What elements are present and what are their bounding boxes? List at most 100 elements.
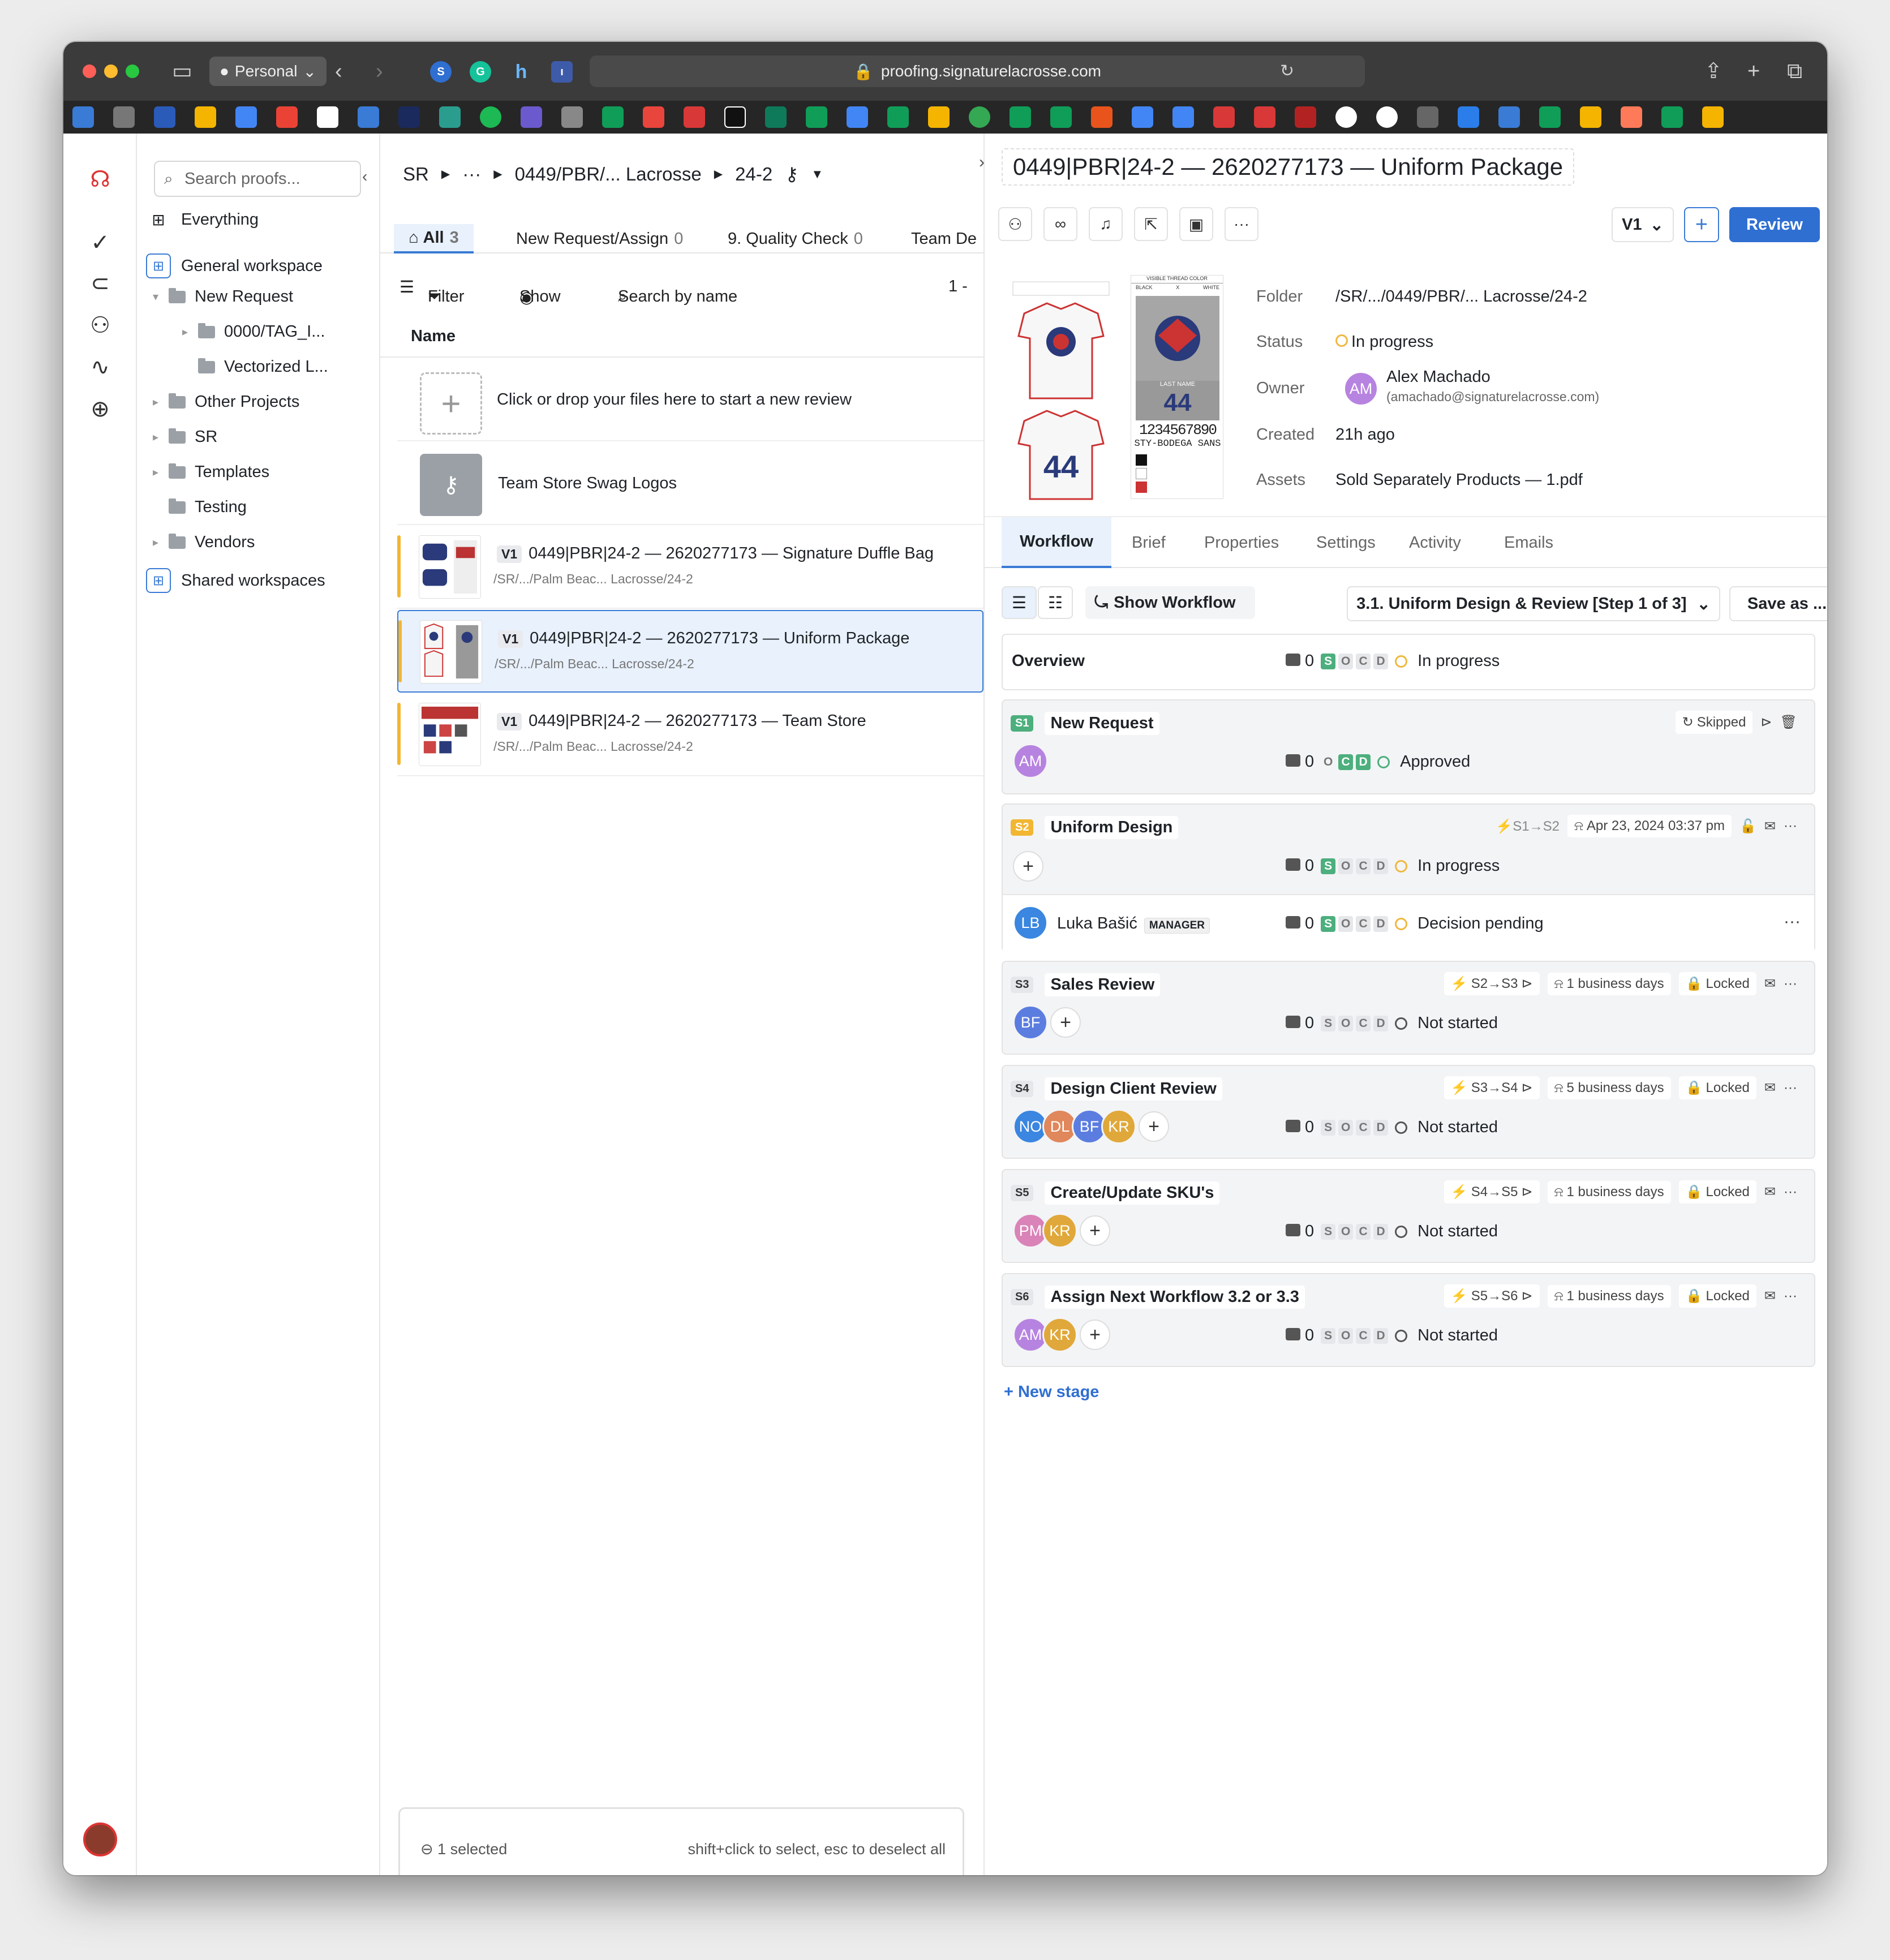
tree-item-templates[interactable]: ▸ Templates bbox=[153, 463, 269, 482]
play-icon[interactable]: ⊳ bbox=[1760, 714, 1772, 730]
checkmark-icon[interactable]: ✓ bbox=[79, 223, 121, 263]
tab-team-de[interactable]: Team De bbox=[911, 224, 977, 253]
deselect-button[interactable]: ⊖ 1 selected bbox=[420, 1841, 507, 1858]
locked-chip[interactable]: 🔒 Locked bbox=[1678, 1180, 1756, 1203]
bookmark-icon[interactable] bbox=[72, 106, 94, 128]
version-select[interactable]: V1 ⌄ bbox=[1612, 207, 1674, 242]
trash-icon[interactable]: 🗑 bbox=[1780, 714, 1797, 730]
bookmark-icon[interactable] bbox=[1213, 106, 1235, 128]
tree-item-testing[interactable]: Testing bbox=[169, 498, 247, 517]
folder-path[interactable]: /SR/.../0449/PBR/... Lacrosse/24-2 bbox=[1335, 287, 1587, 306]
tree-item-other-projects[interactable]: ▸ Other Projects bbox=[153, 393, 299, 411]
new-stage-button[interactable]: + New stage bbox=[1004, 1383, 1099, 1402]
bookmark-icon[interactable] bbox=[1458, 106, 1479, 128]
breadcrumb-more[interactable]: ··· bbox=[462, 164, 481, 185]
overview-row[interactable]: Overview 0 S O C D In progress bbox=[1002, 634, 1815, 690]
tab-quality-check[interactable]: 9. Quality Check 0 bbox=[728, 224, 863, 253]
bookmark-icon[interactable] bbox=[276, 106, 298, 128]
bookmark-icon[interactable] bbox=[154, 106, 175, 128]
stage-member-row[interactable]: LB Luka Bašić MANAGER 0 S O C D Decision pendi… bbox=[1003, 894, 1814, 952]
email-icon[interactable]: ✉ bbox=[1764, 975, 1776, 992]
bookmark-icon[interactable] bbox=[1539, 106, 1561, 128]
stage-s6[interactable]: S6 Assign Next Workflow 3.2 or 3.3 ⚡ S5→S6… bbox=[1002, 1273, 1815, 1367]
locked-chip[interactable]: 🔒 Locked bbox=[1678, 1284, 1756, 1308]
stage-s3[interactable]: S3 Sales Review ⚡ S2→S3 ⊳ ⍾ 1 business days 🔒 L… bbox=[1002, 961, 1815, 1055]
list-item-selected[interactable]: V1 0449|PBR|24-2 — 2620277173 — Uniform P… bbox=[397, 610, 983, 693]
upload-drop-zone[interactable]: + Click or drop your files here to start… bbox=[397, 359, 983, 441]
folder-row-team-store-swag-logos[interactable]: ⚷ Team Store Swag Logos bbox=[397, 442, 983, 525]
sidebar-toggle-icon[interactable]: ▭ bbox=[172, 59, 192, 84]
breadcrumb-project[interactable]: 0449/PBR/... Lacrosse bbox=[515, 164, 702, 185]
bookmark-icon[interactable] bbox=[765, 106, 787, 128]
duration-chip[interactable]: ⍾ 1 business days bbox=[1547, 1284, 1671, 1308]
unlock-icon[interactable]: 🔓 bbox=[1739, 818, 1756, 835]
bookmark-icon[interactable] bbox=[1621, 106, 1642, 128]
add-reviewer-button[interactable]: + bbox=[1013, 851, 1043, 882]
extension-chart-icon[interactable]: ı bbox=[551, 61, 573, 83]
more-icon[interactable]: ··· bbox=[1784, 1288, 1797, 1304]
bookmark-icon[interactable] bbox=[806, 106, 827, 128]
list-item[interactable]: V1 0449|PBR|24-2 — 2620277173 — Team Stor… bbox=[397, 694, 983, 776]
bookmark-icon[interactable] bbox=[439, 106, 461, 128]
grammarly-icon[interactable]: G bbox=[470, 61, 491, 83]
more-icon[interactable]: ··· bbox=[1784, 818, 1797, 834]
close-window-button[interactable] bbox=[83, 65, 96, 78]
list-view-icon[interactable]: ☰ bbox=[400, 277, 414, 297]
bookmark-icon[interactable] bbox=[684, 106, 705, 128]
user-avatar[interactable] bbox=[79, 1820, 121, 1859]
new-tab-icon[interactable]: + bbox=[1747, 59, 1760, 84]
zoom-window-button[interactable] bbox=[126, 65, 139, 78]
tab-emails[interactable]: Emails bbox=[1504, 517, 1553, 568]
breadcrumb-folder[interactable]: 24-2 bbox=[735, 164, 772, 185]
tree-item-sr[interactable]: ▸ SR bbox=[153, 428, 217, 446]
tab-overview-icon[interactable]: ⧉ bbox=[1787, 59, 1802, 84]
bell-icon[interactable]: ♫ bbox=[1089, 207, 1123, 241]
people-icon[interactable]: ⚇ bbox=[79, 306, 121, 345]
skipped-chip[interactable]: ↻ Skipped bbox=[1675, 711, 1753, 734]
extension-s-icon[interactable]: S bbox=[430, 61, 452, 83]
tree-item-0000-tag[interactable]: ▸ 0000/TAG_I... bbox=[182, 323, 325, 341]
sidebar-item-everything[interactable]: ⊞ Everything bbox=[146, 210, 259, 229]
bookmark-icon[interactable] bbox=[1295, 106, 1316, 128]
analytics-icon[interactable]: ∿ bbox=[79, 347, 121, 387]
add-version-button[interactable]: + bbox=[1684, 207, 1719, 242]
avatar[interactable]: KR bbox=[1101, 1109, 1136, 1144]
share-icon[interactable]: ⇪ bbox=[1704, 59, 1723, 84]
more-icon[interactable]: ··· bbox=[1784, 912, 1801, 931]
tab-properties[interactable]: Properties bbox=[1204, 517, 1279, 568]
bookmark-icon[interactable] bbox=[1661, 106, 1683, 128]
bookmark-icon[interactable] bbox=[1091, 106, 1112, 128]
email-icon[interactable]: ✉ bbox=[1764, 1288, 1776, 1304]
tab-brief[interactable]: Brief bbox=[1132, 517, 1166, 568]
search-proofs-input[interactable]: ⌕ Search proofs... bbox=[154, 161, 361, 197]
bookmark-icon[interactable] bbox=[398, 106, 420, 128]
extension-h-icon[interactable]: h bbox=[510, 61, 532, 83]
bookmark-icon[interactable] bbox=[1172, 106, 1194, 128]
collapse-sidebar-icon[interactable]: ‹ bbox=[362, 167, 367, 186]
list-item[interactable]: V1 0449|PBR|24-2 — 2620277173 — Signature… bbox=[397, 526, 983, 609]
save-as-button[interactable]: Save as ... bbox=[1729, 586, 1827, 621]
sidebar-item-shared-workspaces[interactable]: ⊞ Shared workspaces bbox=[146, 568, 325, 593]
avatar[interactable]: AM bbox=[1343, 371, 1378, 406]
detail-view-toggle[interactable]: ☷ bbox=[1038, 586, 1073, 619]
minimize-window-button[interactable] bbox=[104, 65, 118, 78]
bookmark-icon[interactable] bbox=[235, 106, 257, 128]
bookmark-icon[interactable] bbox=[928, 106, 950, 128]
bookmark-icon[interactable] bbox=[1050, 106, 1072, 128]
profile-switcher[interactable]: ● Personal ⌄ bbox=[209, 57, 327, 86]
duration-chip[interactable]: ⍾ 5 business days bbox=[1547, 1076, 1671, 1099]
tab-all[interactable]: ⌂ All 3 bbox=[394, 224, 474, 253]
duration-chip[interactable]: ⍾ 1 business days bbox=[1547, 972, 1671, 995]
list-view-toggle[interactable]: ☰ bbox=[1002, 586, 1037, 619]
avatar[interactable]: LB bbox=[1013, 905, 1048, 940]
more-icon[interactable]: ··· bbox=[1784, 1080, 1797, 1096]
add-person-icon[interactable]: ⚇ bbox=[998, 207, 1032, 241]
avatar[interactable]: KR bbox=[1042, 1213, 1077, 1248]
deadline-chip[interactable]: ⍾ Apr 23, 2024 03:37 pm bbox=[1567, 815, 1732, 837]
column-header-name[interactable]: Name bbox=[380, 318, 983, 358]
breadcrumb-sr[interactable]: SR bbox=[403, 164, 429, 185]
tree-item-new-request[interactable]: ▾ New Request bbox=[153, 287, 293, 306]
more-icon[interactable]: ··· bbox=[1225, 207, 1258, 241]
email-icon[interactable]: ✉ bbox=[1764, 1080, 1776, 1096]
bookmark-icon[interactable] bbox=[1335, 106, 1357, 128]
